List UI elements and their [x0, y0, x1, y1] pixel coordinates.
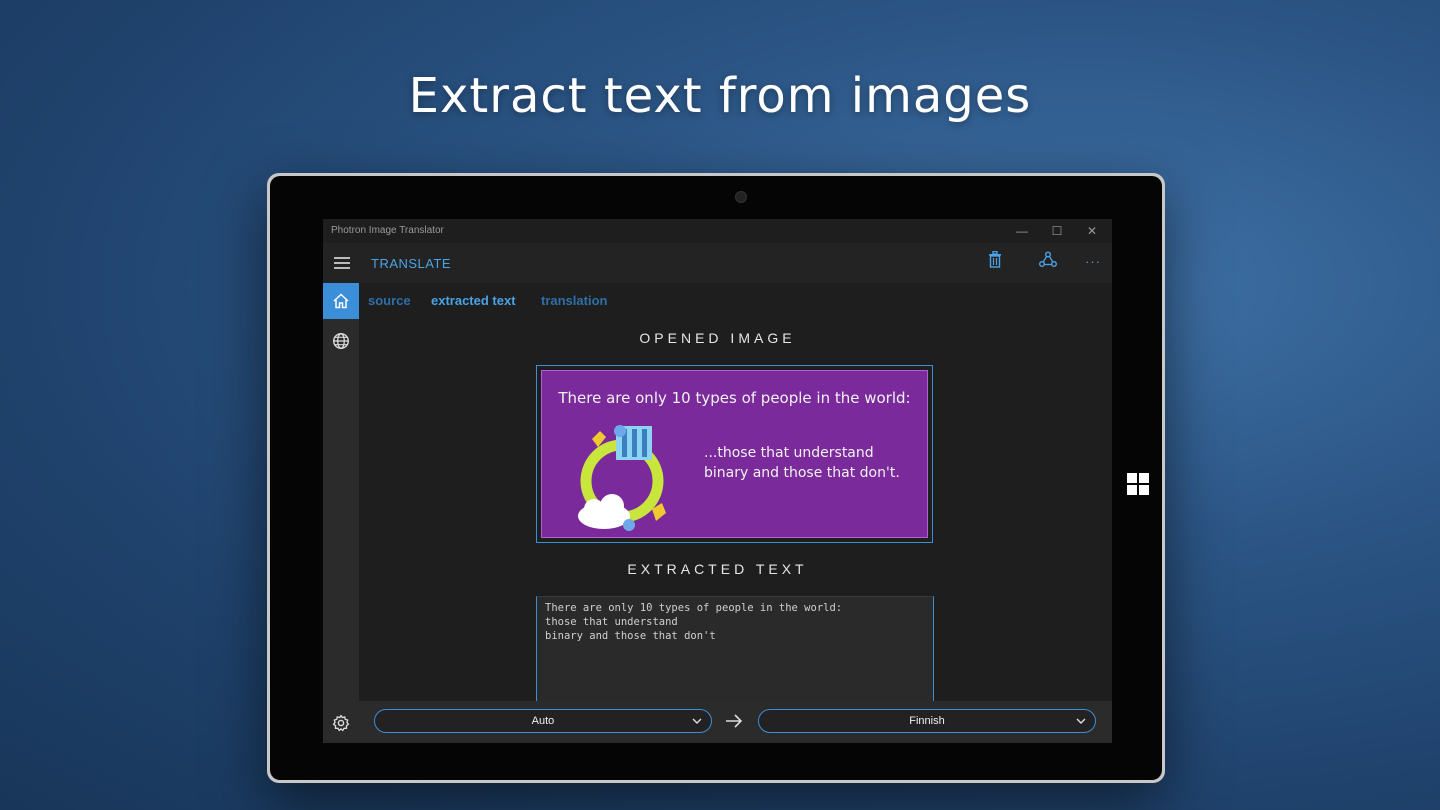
- minimize-button[interactable]: —: [1007, 221, 1037, 241]
- settings-gear-icon[interactable]: [323, 705, 359, 741]
- image-text-line-2: binary and those that don't.: [704, 465, 900, 481]
- camera-icon: [735, 191, 747, 203]
- source-language-value: Auto: [531, 715, 555, 727]
- app-bar: TRANSLATE ···: [323, 243, 1112, 283]
- trash-icon[interactable]: [981, 250, 1009, 275]
- headline: Extract text from images: [408, 68, 1032, 124]
- image-text-line-1: ...those that understand: [704, 445, 874, 461]
- extracted-text-line: those that understand: [545, 616, 678, 628]
- tablet-device: Photron Image Translator — ☐ ✕ TRANSLATE…: [267, 173, 1165, 783]
- source-language-select[interactable]: Auto: [374, 709, 712, 733]
- chevron-down-icon: [1076, 718, 1086, 724]
- tab-extracted-text[interactable]: extracted text: [431, 293, 516, 308]
- image-text-title: There are only 10 types of people in the…: [558, 389, 911, 407]
- window-title: Photron Image Translator: [331, 225, 444, 236]
- nav-sidebar: [323, 283, 359, 743]
- opened-image-heading: OPENED IMAGE: [639, 330, 796, 346]
- title-bar: Photron Image Translator — ☐ ✕: [323, 219, 1112, 243]
- close-button[interactable]: ✕: [1077, 221, 1107, 241]
- target-language-select[interactable]: Finnish: [758, 709, 1096, 733]
- home-icon[interactable]: [323, 283, 359, 319]
- windows-logo-icon: [1127, 473, 1149, 495]
- hamburger-menu-icon[interactable]: [329, 249, 357, 277]
- extracted-text-line: There are only 10 types of people in the…: [545, 602, 843, 614]
- people-cycle-illustration-icon: [578, 425, 666, 531]
- language-bar: Auto Finnish: [359, 701, 1112, 743]
- tab-source[interactable]: source: [368, 293, 411, 308]
- extracted-text-field[interactable]: There are only 10 types of people in the…: [536, 596, 934, 716]
- more-icon[interactable]: ···: [1079, 251, 1107, 275]
- opened-image-preview[interactable]: There are only 10 types of people in the…: [536, 365, 933, 543]
- arrow-right-icon: [726, 714, 743, 728]
- app-window: Photron Image Translator — ☐ ✕ TRANSLATE…: [323, 219, 1112, 743]
- extracted-text-heading: EXTRACTED TEXT: [627, 561, 808, 577]
- share-icon[interactable]: [1034, 251, 1062, 275]
- app-section-title: TRANSLATE: [371, 256, 452, 271]
- tablet-bezel: Photron Image Translator — ☐ ✕ TRANSLATE…: [270, 176, 1162, 780]
- maximize-button[interactable]: ☐: [1042, 221, 1072, 241]
- chevron-down-icon: [692, 718, 702, 724]
- tab-translation[interactable]: translation: [541, 293, 607, 308]
- opened-image: There are only 10 types of people in the…: [541, 370, 928, 538]
- extracted-text-line: binary and those that don't: [545, 630, 716, 642]
- target-language-value: Finnish: [909, 715, 945, 727]
